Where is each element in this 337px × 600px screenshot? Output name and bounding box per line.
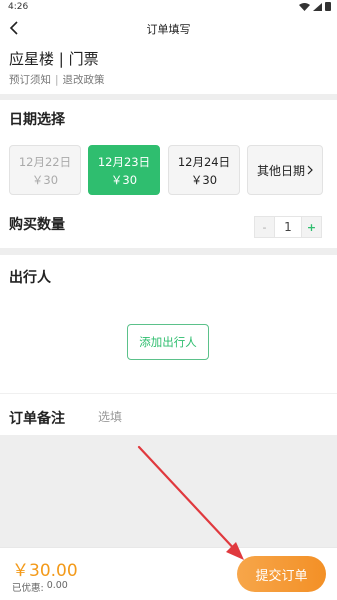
date-price: ￥30 (31, 173, 59, 187)
date-label: 12月23日 (97, 155, 151, 169)
policy-row: 预订须知 | 退改政策 (9, 72, 105, 87)
traveler-title: 出行人 (9, 270, 51, 286)
discount-label: 已优惠: (12, 583, 44, 594)
remark-section: 订单备注 (0, 393, 337, 435)
date-option-dec22[interactable]: 12月22日 ￥30 (9, 145, 81, 195)
traveler-section: 出行人 添加出行人 (0, 255, 337, 393)
chevron-right-icon (307, 165, 313, 175)
discount-row: 已优惠: 0.00 (12, 580, 68, 594)
date-label: 12月24日 (177, 155, 231, 169)
remark-title: 订单备注 (9, 411, 65, 427)
date-price: ￥30 (190, 173, 218, 187)
total-price: ￥30.00 (12, 561, 78, 581)
status-bar: 4:26 (0, 0, 337, 14)
quantity-stepper: - 1 + (254, 216, 322, 238)
page-title: 订单填写 (146, 23, 191, 36)
date-selection-section: 日期选择 12月22日 ￥30 12月23日 ￥30 12月24日 ￥30 其他… (0, 100, 337, 204)
other-dates-button[interactable]: 其他日期 (247, 145, 323, 195)
booking-notice-link[interactable]: 预订须知 (9, 72, 51, 87)
other-dates-label: 其他日期 (256, 163, 305, 178)
decrease-button[interactable]: - (255, 217, 274, 237)
add-traveler-button[interactable]: 添加出行人 (127, 324, 209, 360)
bottom-bar: ￥30.00 已优惠: 0.00 提交订单 (0, 547, 337, 600)
increase-button[interactable]: + (302, 217, 321, 237)
status-time: 4:26 (8, 2, 29, 12)
submit-order-button[interactable]: 提交订单 (237, 556, 326, 592)
attraction-title: 应星楼 | 门票 (9, 50, 99, 68)
wifi-icon (299, 2, 310, 11)
date-price: ￥30 (110, 173, 138, 187)
battery-icon (325, 2, 331, 11)
date-section-title: 日期选择 (9, 112, 65, 128)
discount-value: 0.00 (46, 580, 68, 591)
attraction-header: 应星楼 | 门票 预订须知 | 退改政策 (0, 42, 337, 94)
nav-bar: 订单填写 (0, 14, 337, 42)
quantity-title: 购买数量 (9, 217, 65, 233)
quantity-value[interactable]: 1 (274, 217, 302, 237)
date-option-dec24[interactable]: 12月24日 ￥30 (168, 145, 240, 195)
refund-policy-link[interactable]: 退改政策 (63, 72, 105, 87)
signal-icon (313, 2, 322, 11)
policy-separator: | (55, 73, 59, 86)
date-label: 12月22日 (18, 155, 72, 169)
status-icons (299, 2, 331, 11)
remark-input[interactable] (98, 406, 318, 428)
quantity-section: 购买数量 - 1 + (0, 204, 337, 248)
date-option-dec23[interactable]: 12月23日 ￥30 (88, 145, 160, 195)
